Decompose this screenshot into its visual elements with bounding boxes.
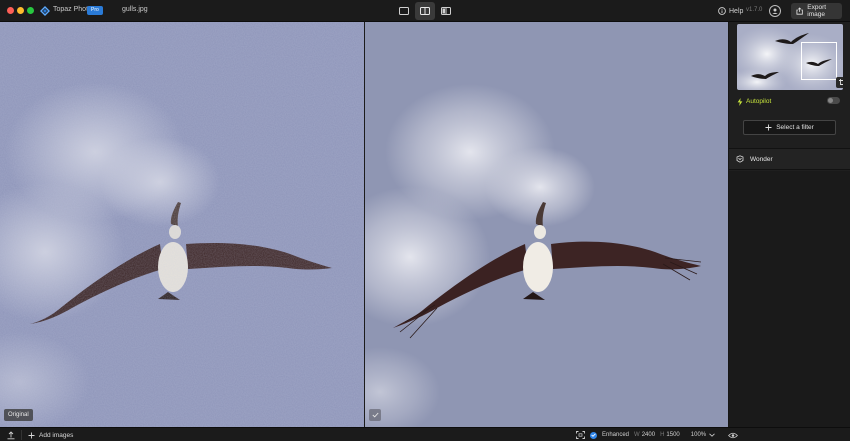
account-button[interactable] — [769, 5, 781, 17]
user-icon — [772, 8, 778, 14]
split-view-button[interactable] — [415, 2, 435, 20]
side-by-side-view-button[interactable] — [436, 2, 456, 20]
enhanced-label: Enhanced — [602, 432, 630, 438]
export-label: Export image — [807, 4, 827, 18]
select-filter-button[interactable]: Select a filter — [743, 120, 836, 135]
fit-screen-icon[interactable] — [576, 431, 585, 439]
lightning-icon — [737, 97, 743, 106]
enhanced-check-icon[interactable] — [590, 431, 597, 439]
height-value: 1500 — [666, 432, 680, 438]
topaz-logo-icon — [40, 6, 50, 16]
export-image-button[interactable]: Export image — [791, 3, 842, 19]
export-icon — [796, 7, 803, 15]
eye-icon[interactable] — [728, 432, 739, 439]
wonder-label: Wonder — [750, 155, 773, 163]
file-name: gulls.jpg — [122, 6, 148, 13]
image-canvas[interactable]: Original — [0, 22, 728, 427]
window-minimize-button[interactable] — [17, 7, 24, 14]
info-icon — [718, 7, 726, 15]
side-by-side-view-icon — [441, 7, 451, 15]
help-button[interactable]: Help — [718, 5, 743, 17]
sidebar-empty-area — [729, 171, 850, 427]
plus-icon — [28, 432, 35, 438]
separator — [21, 430, 22, 440]
upload-icon[interactable] — [6, 430, 16, 440]
select-filter-label: Select a filter — [776, 124, 814, 131]
original-label: Original — [4, 409, 33, 421]
original-image-pane — [0, 22, 364, 427]
autopilot-row: Autopilot — [737, 97, 771, 106]
navigator-thumbnail[interactable] — [737, 24, 843, 90]
toggle-knob — [828, 98, 833, 103]
add-images-button[interactable]: Add images — [28, 430, 73, 440]
title-bar: Topaz Photo Pro gulls.jpg Help v1.7.0 Ex… — [0, 0, 850, 22]
chevron-down-icon — [709, 433, 715, 437]
single-view-button[interactable] — [394, 2, 414, 20]
window-maximize-button[interactable] — [27, 7, 34, 14]
window-close-button[interactable] — [7, 7, 14, 14]
wonder-icon — [736, 155, 744, 163]
width-value: 2400 — [641, 432, 656, 438]
compare-toggle-button[interactable] — [369, 409, 381, 421]
single-view-icon — [399, 7, 409, 15]
bottom-bar: Add images Enhanced W 2400 H 1500 100% — [0, 427, 850, 441]
help-label: Help — [729, 7, 744, 15]
plus-icon — [765, 124, 772, 131]
crop-icon — [838, 79, 843, 85]
status-area: Enhanced W 2400 H 1500 100% — [576, 430, 739, 440]
zoom-value: 100% — [690, 432, 707, 438]
navigator-viewport-frame[interactable] — [801, 42, 837, 80]
autopilot-toggle[interactable] — [827, 97, 840, 104]
right-sidebar: Autopilot Select a filter Wonder — [729, 22, 850, 427]
edition-badge: Pro — [87, 6, 103, 15]
split-view-icon — [420, 7, 430, 15]
checkmark-icon — [371, 412, 379, 418]
autopilot-label: Autopilot — [746, 98, 772, 105]
zoom-select[interactable]: 100% — [691, 432, 715, 438]
add-images-label: Add images — [39, 431, 74, 439]
width-key: W — [634, 432, 640, 438]
height-key: H — [660, 432, 665, 438]
crop-button[interactable] — [836, 77, 843, 88]
version-label: v1.7.0 — [746, 7, 763, 13]
filter-item-wonder[interactable]: Wonder — [729, 149, 850, 170]
enhanced-image-pane — [365, 22, 728, 427]
